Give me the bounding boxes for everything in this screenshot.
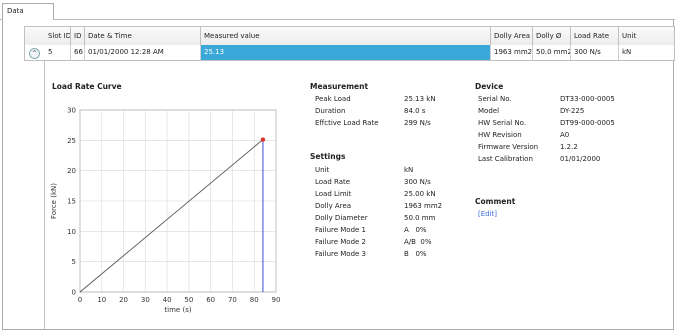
dolly-diameter-label: Dolly Diameter <box>315 214 368 222</box>
load-rate-value: 300 N/s <box>404 178 431 186</box>
effective-load-rate-value: 299 N/s <box>404 119 431 127</box>
cell-slot-id: 5 <box>45 45 71 60</box>
serial-no-label: Serial No. <box>478 95 512 103</box>
failure-mode-1-label: Failure Mode 1 <box>315 226 367 234</box>
hw-revision-value: A0 <box>560 131 570 139</box>
load-limit-value: 25.00 kN <box>404 190 436 198</box>
cell-measured-value[interactable]: 25.13 <box>201 45 491 60</box>
last-calibration-value: 01/01/2000 <box>560 155 601 163</box>
x-tick-label: 10 <box>97 296 106 304</box>
x-tick-label: 90 <box>272 296 281 304</box>
column-header-slot-id[interactable]: Slot ID <box>45 27 71 45</box>
grid-header: Slot ID ID Date & Time Measured value Do… <box>24 26 675 46</box>
model-value: DY-225 <box>560 107 585 115</box>
device-heading: Device <box>475 82 504 91</box>
cell-load-rate: 300 N/s <box>571 45 619 60</box>
cell-dolly-area: 1963 mm2 <box>491 45 533 60</box>
peak-load-value: 25.13 kN <box>404 95 436 103</box>
y-tick-label: 20 <box>67 167 76 175</box>
failure-mode-1-value: A 0% <box>404 226 427 234</box>
hw-serial-no-label: HW Serial No. <box>478 119 527 127</box>
duration-value: 84.0 s <box>404 107 426 115</box>
column-header-id[interactable]: ID <box>71 27 85 45</box>
model-label: Model <box>478 107 500 115</box>
comment-edit-link[interactable]: [Edit] <box>478 210 497 218</box>
x-tick-label: 20 <box>119 296 128 304</box>
hw-serial-no-value: DT99-000-0005 <box>560 119 615 127</box>
x-tick-label: 40 <box>163 296 172 304</box>
unit-value: kN <box>404 166 414 174</box>
x-tick-label: 60 <box>206 296 215 304</box>
column-header-load-rate[interactable]: Load Rate <box>571 27 619 45</box>
row-expand-toggle-icon[interactable]: ^ <box>29 48 40 59</box>
effective-load-rate-label: Effctive Load Rate <box>315 119 379 127</box>
y-tick-label: 10 <box>67 228 76 236</box>
dolly-diameter-value: 50.0 mm <box>404 214 436 222</box>
failure-mode-3-label: Failure Mode 3 <box>315 250 367 258</box>
load-limit-label: Load Limit <box>315 190 352 198</box>
x-axis-label: time (s) <box>164 306 191 314</box>
chart-title: Load Rate Curve <box>52 82 122 91</box>
dolly-area-label: Dolly Area <box>315 202 352 210</box>
unit-label: Unit <box>315 166 330 174</box>
settings-heading: Settings <box>310 152 346 161</box>
peak-point <box>260 137 266 142</box>
duration-label: Duration <box>315 107 346 115</box>
hw-revision-label: HW Revision <box>478 131 522 139</box>
column-header-dolly-area[interactable]: Dolly Area <box>491 27 533 45</box>
x-tick-label: 70 <box>228 296 237 304</box>
x-tick-label: 0 <box>78 296 82 304</box>
failure-mode-2-value: A/B 0% <box>404 238 432 246</box>
x-tick-label: 50 <box>184 296 193 304</box>
measurement-heading: Measurement <box>310 82 369 91</box>
cell-dolly-diameter: 50.0 mm2 <box>533 45 571 60</box>
failure-mode-3-value: B 0% <box>404 250 427 258</box>
cell-unit: kN <box>622 48 632 56</box>
cell-id: 66 <box>71 45 85 60</box>
last-calibration-label: Last Calibration <box>478 155 533 163</box>
x-tick-label: 80 <box>250 296 259 304</box>
column-header-dolly-diameter[interactable]: Dolly Ø <box>533 27 571 45</box>
column-header-unit[interactable]: Unit <box>619 27 675 45</box>
column-header-measured-value[interactable]: Measured value <box>201 27 491 45</box>
tab-label: Data <box>7 7 24 15</box>
y-tick-label: 0 <box>72 289 76 297</box>
comment-heading: Comment <box>475 197 516 206</box>
tab-data[interactable]: Data <box>2 3 54 20</box>
serial-no-value: DT33-000-0005 <box>560 95 615 103</box>
column-header-datetime[interactable]: Date & Time <box>85 27 201 45</box>
cell-datetime: 01/01/2000 12:28 AM <box>85 45 201 60</box>
y-tick-label: 5 <box>72 258 76 266</box>
firmware-version-value: 1.2.2 <box>560 143 578 151</box>
dolly-area-value: 1963 mm2 <box>404 202 443 210</box>
table-row[interactable]: 5 66 01/01/2000 12:28 AM 25.13 1963 mm2 … <box>24 45 675 61</box>
x-tick-label: 30 <box>141 296 150 304</box>
failure-mode-2-label: Failure Mode 2 <box>315 238 367 246</box>
peak-load-label: Peak Load <box>315 95 351 103</box>
load-rate-label: Load Rate <box>315 178 351 186</box>
load-rate-chart: 0 10 20 30 40 50 60 70 80 90 0 5 10 15 20 25 30 time (s) F… <box>50 107 281 315</box>
tab-bar: Data <box>0 0 675 20</box>
firmware-version-label: Firmware Version <box>478 143 539 151</box>
y-tick-label: 25 <box>67 137 76 145</box>
y-tick-label: 15 <box>67 198 76 206</box>
y-axis-label: Force (kN) <box>50 183 58 219</box>
y-tick-label: 30 <box>67 107 76 115</box>
